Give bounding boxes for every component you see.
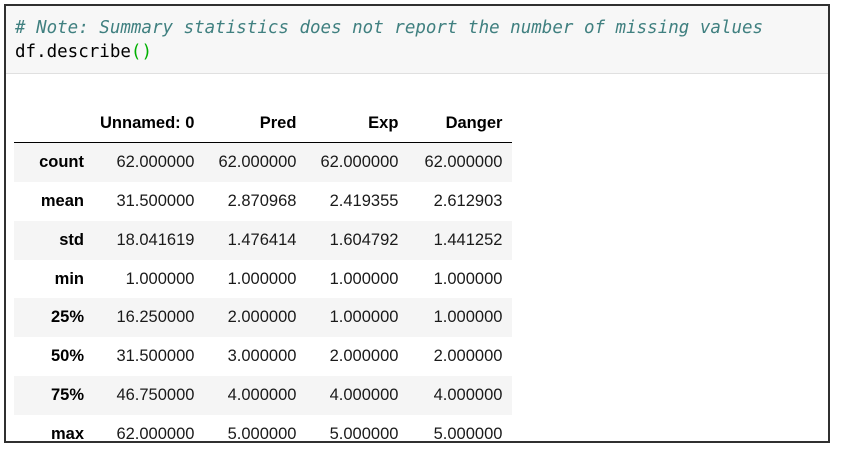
table-cell: 4.000000 xyxy=(329,386,399,405)
table-row: min 1.000000 1.000000 1.000000 1.000000 xyxy=(14,260,512,299)
table-cell: 5.000000 xyxy=(433,425,503,443)
table-row: std 18.041619 1.476414 1.604792 1.441252 xyxy=(14,220,513,260)
table-cell: 62.000000 xyxy=(320,153,399,172)
row-label: count xyxy=(39,153,84,172)
code-editor[interactable]: # Note: Summary statistics does not repo… xyxy=(6,6,828,74)
table-cell: 62.000000 xyxy=(218,153,297,172)
describe-output-table: Unnamed: 0 Pred Exp Danger count 62.0000… xyxy=(14,104,513,443)
table-cell: 62.000000 xyxy=(116,425,195,443)
table-cell: 5.000000 xyxy=(329,425,399,443)
table-cell: 2.000000 xyxy=(433,347,503,366)
table-cell: 1.000000 xyxy=(227,269,297,288)
table-cell: 1.000000 xyxy=(433,308,503,327)
table-cell: 1.000000 xyxy=(433,269,503,288)
table-cell: 62.000000 xyxy=(116,153,195,172)
table-cell: 62.000000 xyxy=(424,153,503,172)
table-cell: 31.500000 xyxy=(116,191,195,210)
row-label: mean xyxy=(40,191,84,210)
table-row: 75% 46.750000 4.000000 4.000000 4.000000 xyxy=(14,376,513,416)
table-cell: 1.000000 xyxy=(329,308,399,327)
code-comment: # Note: Summary statistics does not repo… xyxy=(15,18,764,38)
table-cell: 31.500000 xyxy=(116,347,195,366)
table-cell: 2.870968 xyxy=(227,191,297,210)
table-row: max 62.000000 5.000000 5.000000 5.000000 xyxy=(14,415,512,443)
table-cell: 16.250000 xyxy=(116,308,195,327)
row-label: std xyxy=(59,230,84,249)
row-label: 75% xyxy=(50,386,84,405)
row-label: 50% xyxy=(50,347,84,366)
table-cell: 18.041619 xyxy=(116,230,195,249)
table-cell: 1.000000 xyxy=(329,269,399,288)
table-cell: 3.000000 xyxy=(227,347,297,366)
table-cell: 2.612903 xyxy=(433,191,503,210)
table-row: 50% 31.500000 3.000000 2.000000 2.000000 xyxy=(14,337,512,376)
table-cell: 4.000000 xyxy=(433,386,503,405)
table-cell: 1.476414 xyxy=(227,230,297,249)
table-row: count 62.000000 62.000000 62.000000 62.0… xyxy=(14,142,513,182)
table-cell: 1.000000 xyxy=(125,269,195,288)
code-call: df.describe xyxy=(15,42,131,62)
code-parens: () xyxy=(130,42,152,62)
table-row: 25% 16.250000 2.000000 1.000000 1.000000 xyxy=(14,298,513,338)
column-header-unnamed-0: Unnamed: 0 xyxy=(94,104,205,144)
notebook-cell[interactable]: # Note: Summary statistics does not repo… xyxy=(4,4,830,443)
table-cell: 1.441252 xyxy=(433,230,503,249)
table-cell: 2.000000 xyxy=(227,308,297,327)
column-header-exp: Exp xyxy=(306,104,409,144)
table-cell: 5.000000 xyxy=(227,425,297,443)
column-header-danger: Danger xyxy=(408,104,513,144)
table-header-row: Unnamed: 0 Pred Exp Danger xyxy=(14,104,513,144)
row-label: max xyxy=(50,425,84,443)
index-header xyxy=(14,104,94,144)
table-row: mean 31.500000 2.870968 2.419355 2.61290… xyxy=(14,182,512,221)
row-label: min xyxy=(54,269,84,288)
table-cell: 2.000000 xyxy=(329,347,399,366)
table-cell: 46.750000 xyxy=(116,386,195,405)
table-cell: 1.604792 xyxy=(329,230,399,249)
table-cell: 2.419355 xyxy=(329,191,399,210)
column-header-pred: Pred xyxy=(204,104,307,144)
row-label: 25% xyxy=(50,308,84,327)
table-cell: 4.000000 xyxy=(227,386,297,405)
